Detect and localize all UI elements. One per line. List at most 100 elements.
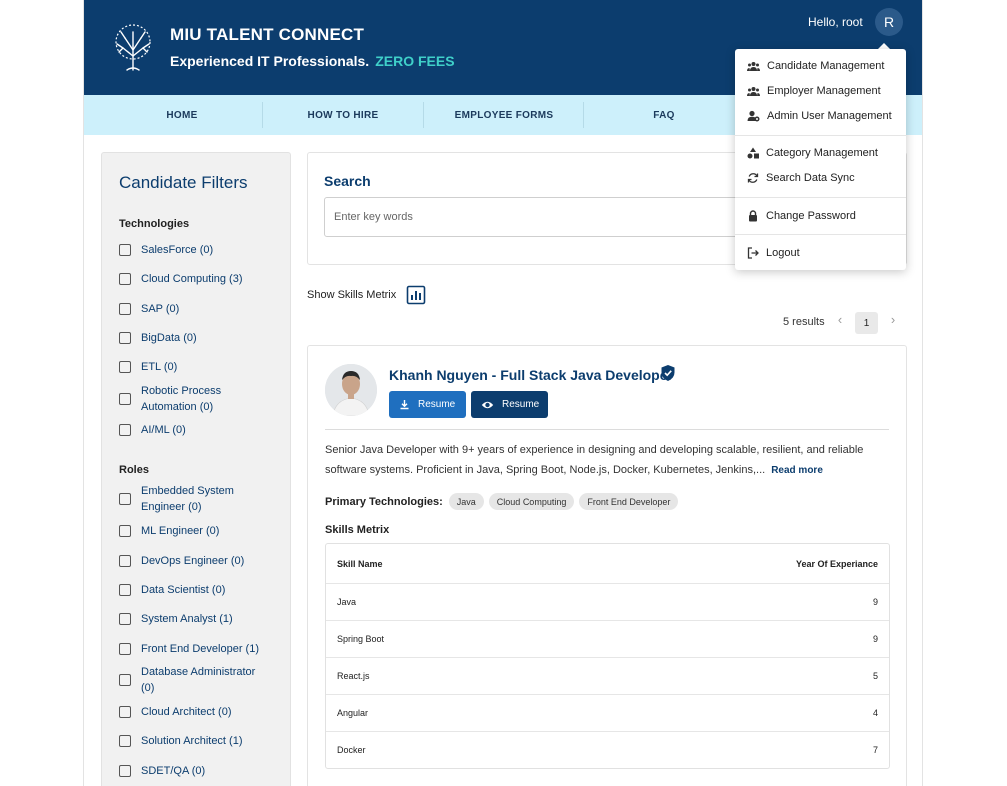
skill-years: 4 bbox=[872, 708, 878, 718]
checkbox[interactable] bbox=[119, 584, 131, 596]
nav-how-to-hire[interactable]: HOW TO HIRE bbox=[263, 95, 423, 135]
candidate-summary: Senior Java Developer with 9+ years of e… bbox=[325, 440, 895, 481]
menu-candidate-management[interactable]: Candidate Management bbox=[735, 55, 906, 77]
filter-solution-architect[interactable]: Solution Architect (1) bbox=[119, 733, 243, 749]
filter-label: SAP (0) bbox=[141, 303, 180, 315]
checkbox[interactable] bbox=[119, 706, 131, 718]
filter-embedded-system-engineer[interactable]: Embedded System Engineer (0) bbox=[119, 483, 259, 515]
menu-label: Category Management bbox=[766, 147, 878, 159]
checkbox[interactable] bbox=[119, 393, 131, 405]
filter-ml-engineer[interactable]: ML Engineer (0) bbox=[119, 523, 219, 539]
menu-search-data-sync[interactable]: Search Data Sync bbox=[735, 167, 906, 189]
filter-cloud-computing[interactable]: Cloud Computing (3) bbox=[119, 271, 243, 287]
filter-salesforce[interactable]: SalesForce (0) bbox=[119, 242, 213, 258]
skill-name: Spring Boot bbox=[337, 634, 385, 644]
checkbox[interactable] bbox=[119, 735, 131, 747]
filter-label: ML Engineer (0) bbox=[141, 525, 220, 537]
candidate-card: Khanh Nguyen - Full Stack Java Developer… bbox=[307, 345, 907, 786]
checkbox[interactable] bbox=[119, 613, 131, 625]
skill-name: Java bbox=[337, 597, 357, 607]
menu-label: Logout bbox=[766, 247, 800, 259]
menu-logout[interactable]: Logout bbox=[735, 242, 906, 264]
person-photo-icon bbox=[325, 364, 377, 416]
skill-years: 9 bbox=[872, 634, 878, 644]
checkbox[interactable] bbox=[119, 643, 131, 655]
filter-label: Embedded System Engineer (0) bbox=[141, 485, 234, 513]
table-header-row: Skill Name Year Of Experiance bbox=[326, 544, 889, 583]
view-resume-button[interactable]: Resume bbox=[471, 391, 548, 418]
filter-label: ETL (0) bbox=[141, 361, 178, 373]
filter-label: Solution Architect (1) bbox=[141, 735, 243, 747]
pager-prev-chevron-icon[interactable]: ‹ bbox=[832, 312, 848, 332]
brand-title: MIU TALENT CONNECT bbox=[170, 25, 365, 44]
nav-home[interactable]: HOME bbox=[102, 95, 262, 135]
candidate-name-link[interactable]: Khanh Nguyen - Full Stack Java Developer bbox=[389, 367, 673, 383]
page: MIU TALENT CONNECT Experienced IT Profes… bbox=[0, 0, 1007, 786]
download-icon bbox=[400, 400, 409, 410]
people-icon bbox=[747, 86, 760, 96]
technologies-group-title: Technologies bbox=[119, 218, 190, 230]
pager-next-chevron-icon[interactable]: › bbox=[885, 312, 901, 332]
read-more-link[interactable]: Read more bbox=[771, 465, 823, 476]
filters-title: Candidate Filters bbox=[119, 173, 248, 192]
show-skills-metrix-toggle[interactable]: Show Skills Metrix bbox=[307, 285, 426, 305]
filter-ai-ml[interactable]: AI/ML (0) bbox=[119, 422, 186, 438]
filter-front-end-developer[interactable]: Front End Developer (1) bbox=[119, 641, 259, 657]
menu-label: Employer Management bbox=[767, 85, 881, 97]
filter-data-scientist[interactable]: Data Scientist (0) bbox=[119, 582, 225, 598]
filter-bigdata[interactable]: BigData (0) bbox=[119, 330, 197, 346]
checkbox[interactable] bbox=[119, 361, 131, 373]
filter-label: AI/ML (0) bbox=[141, 424, 186, 436]
filter-label: SalesForce (0) bbox=[141, 244, 214, 256]
checkbox[interactable] bbox=[119, 765, 131, 777]
download-resume-button[interactable]: Resume bbox=[389, 391, 466, 418]
filter-sdet-qa[interactable]: SDET/QA (0) bbox=[119, 763, 205, 779]
tree-logo-icon[interactable] bbox=[109, 22, 157, 72]
filter-devops-engineer[interactable]: DevOps Engineer (0) bbox=[119, 553, 244, 569]
skills-table: Skill Name Year Of Experiance Java 9 Spr… bbox=[325, 543, 890, 769]
filter-sap[interactable]: SAP (0) bbox=[119, 301, 179, 317]
checkbox[interactable] bbox=[119, 424, 131, 436]
filter-label: SDET/QA (0) bbox=[141, 765, 206, 777]
primary-tech-label: Primary Technologies: bbox=[325, 495, 443, 508]
menu-category-management[interactable]: Category Management bbox=[735, 142, 906, 164]
checkbox[interactable] bbox=[119, 244, 131, 256]
candidate-filters-panel: Candidate Filters Technologies SalesForc… bbox=[101, 152, 291, 786]
filter-label: Database Administrator (0) bbox=[141, 666, 256, 694]
menu-employer-management[interactable]: Employer Management bbox=[735, 80, 906, 102]
sync-icon bbox=[747, 173, 759, 183]
checkbox[interactable] bbox=[119, 493, 131, 505]
filter-label: BigData (0) bbox=[141, 332, 197, 344]
filter-database-administrator[interactable]: Database Administrator (0) bbox=[119, 664, 269, 696]
skill-years: 9 bbox=[872, 597, 878, 607]
filter-etl[interactable]: ETL (0) bbox=[119, 359, 177, 375]
menu-admin-user-management[interactable]: Admin User Management bbox=[735, 105, 906, 127]
checkbox[interactable] bbox=[119, 525, 131, 537]
pager-page-number[interactable]: 1 bbox=[855, 312, 878, 334]
checkbox[interactable] bbox=[119, 674, 131, 686]
filter-label: Robotic Process Automation (0) bbox=[141, 385, 222, 413]
filter-label: Cloud Computing (3) bbox=[141, 273, 243, 285]
filter-rpa[interactable]: Robotic Process Automation (0) bbox=[119, 383, 249, 415]
menu-change-password[interactable]: Change Password bbox=[735, 205, 906, 227]
results-count: 5 results bbox=[783, 316, 825, 328]
bar-chart-icon[interactable] bbox=[406, 285, 426, 305]
nav-faq[interactable]: FAQ bbox=[584, 95, 744, 135]
primary-technologies: Primary Technologies: Java Cloud Computi… bbox=[325, 493, 683, 510]
user-greeting: Hello, root bbox=[808, 15, 863, 29]
filter-system-analyst[interactable]: System Analyst (1) bbox=[119, 611, 233, 627]
checkbox[interactable] bbox=[119, 332, 131, 344]
eye-icon bbox=[481, 401, 494, 408]
checkbox[interactable] bbox=[119, 555, 131, 567]
skill-name: React.js bbox=[337, 671, 370, 681]
user-avatar-button[interactable]: R bbox=[875, 8, 903, 36]
view-resume-label: Resume bbox=[502, 399, 540, 410]
checkbox[interactable] bbox=[119, 303, 131, 315]
skills-metrix-title: Skills Metrix bbox=[325, 524, 390, 536]
table-row: Java 9 bbox=[326, 583, 889, 620]
checkbox[interactable] bbox=[119, 273, 131, 285]
table-row: Spring Boot 9 bbox=[326, 620, 889, 657]
nav-employee-forms[interactable]: EMPLOYEE FORMS bbox=[424, 95, 584, 135]
menu-label: Candidate Management bbox=[767, 60, 885, 72]
filter-cloud-architect[interactable]: Cloud Architect (0) bbox=[119, 704, 231, 720]
